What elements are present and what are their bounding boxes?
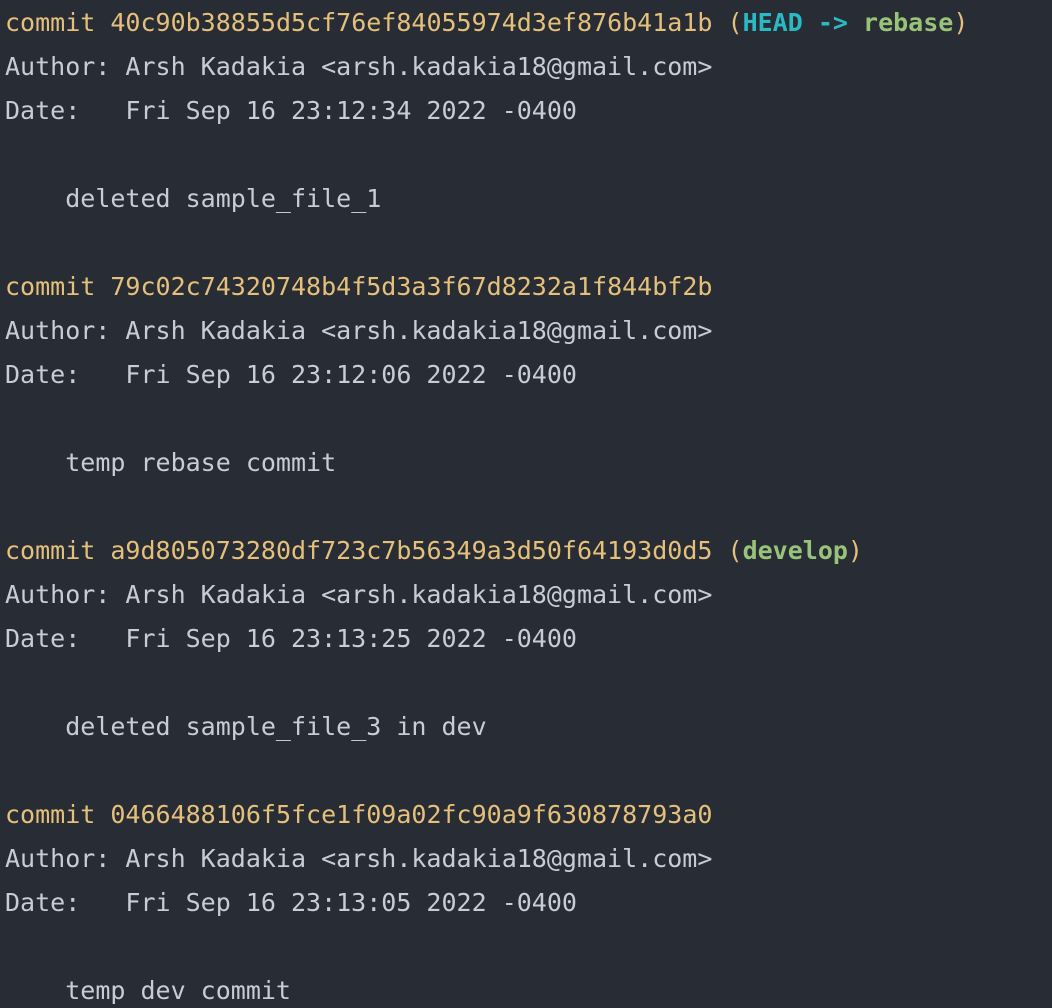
commit-keyword: commit [5, 800, 96, 829]
commit-date: Date: Fri Sep 16 23:13:05 2022 -0400 [5, 888, 577, 917]
commit-date: Date: Fri Sep 16 23:12:34 2022 -0400 [5, 96, 577, 125]
head-arrow: -> [817, 8, 848, 37]
commit-message: deleted sample_file_1 [65, 184, 382, 213]
commit-header: commit 79c02c74320748b4f5d3a3f67d8232a1f… [5, 265, 1052, 309]
commit-author: Author: Arsh Kadakia <arsh.kadakia18@gma… [5, 844, 713, 873]
terminal-output: commit 40c90b38855d5cf76ef84055974d3ef87… [0, 0, 1052, 1008]
commit-author: Author: Arsh Kadakia <arsh.kadakia18@gma… [5, 580, 713, 609]
commit-hash: 0466488106f5fce1f09a02fc90a9f630878793a0 [110, 800, 713, 829]
commit-keyword: commit [5, 8, 96, 37]
commit-hash: 79c02c74320748b4f5d3a3f67d8232a1f844bf2b [110, 272, 713, 301]
commit-header: commit 40c90b38855d5cf76ef84055974d3ef87… [5, 8, 969, 37]
commit-hash: 40c90b38855d5cf76ef84055974d3ef876b41a1b [110, 8, 713, 37]
commit-message: deleted sample_file_3 in dev [65, 712, 487, 741]
branch-ref: rebase [863, 8, 954, 37]
commit-header: commit 0466488106f5fce1f09a02fc90a9f6308… [5, 793, 1052, 837]
commit-date: Date: Fri Sep 16 23:12:06 2022 -0400 [5, 360, 577, 389]
commit-hash: a9d805073280df723c7b56349a3d50f64193d0d5 [110, 536, 713, 565]
head-ref: HEAD [742, 8, 803, 37]
commit-keyword: commit [5, 536, 96, 565]
branch-ref: develop [742, 536, 848, 565]
commit-keyword: commit [5, 272, 96, 301]
commit-message: temp rebase commit [65, 448, 337, 477]
commit-message: temp dev commit [65, 976, 291, 1005]
commit-author: Author: Arsh Kadakia <arsh.kadakia18@gma… [5, 316, 713, 345]
commit-author: Author: Arsh Kadakia <arsh.kadakia18@gma… [5, 52, 713, 81]
commit-date: Date: Fri Sep 16 23:13:25 2022 -0400 [5, 624, 577, 653]
commit-header: commit a9d805073280df723c7b56349a3d50f64… [5, 536, 863, 565]
